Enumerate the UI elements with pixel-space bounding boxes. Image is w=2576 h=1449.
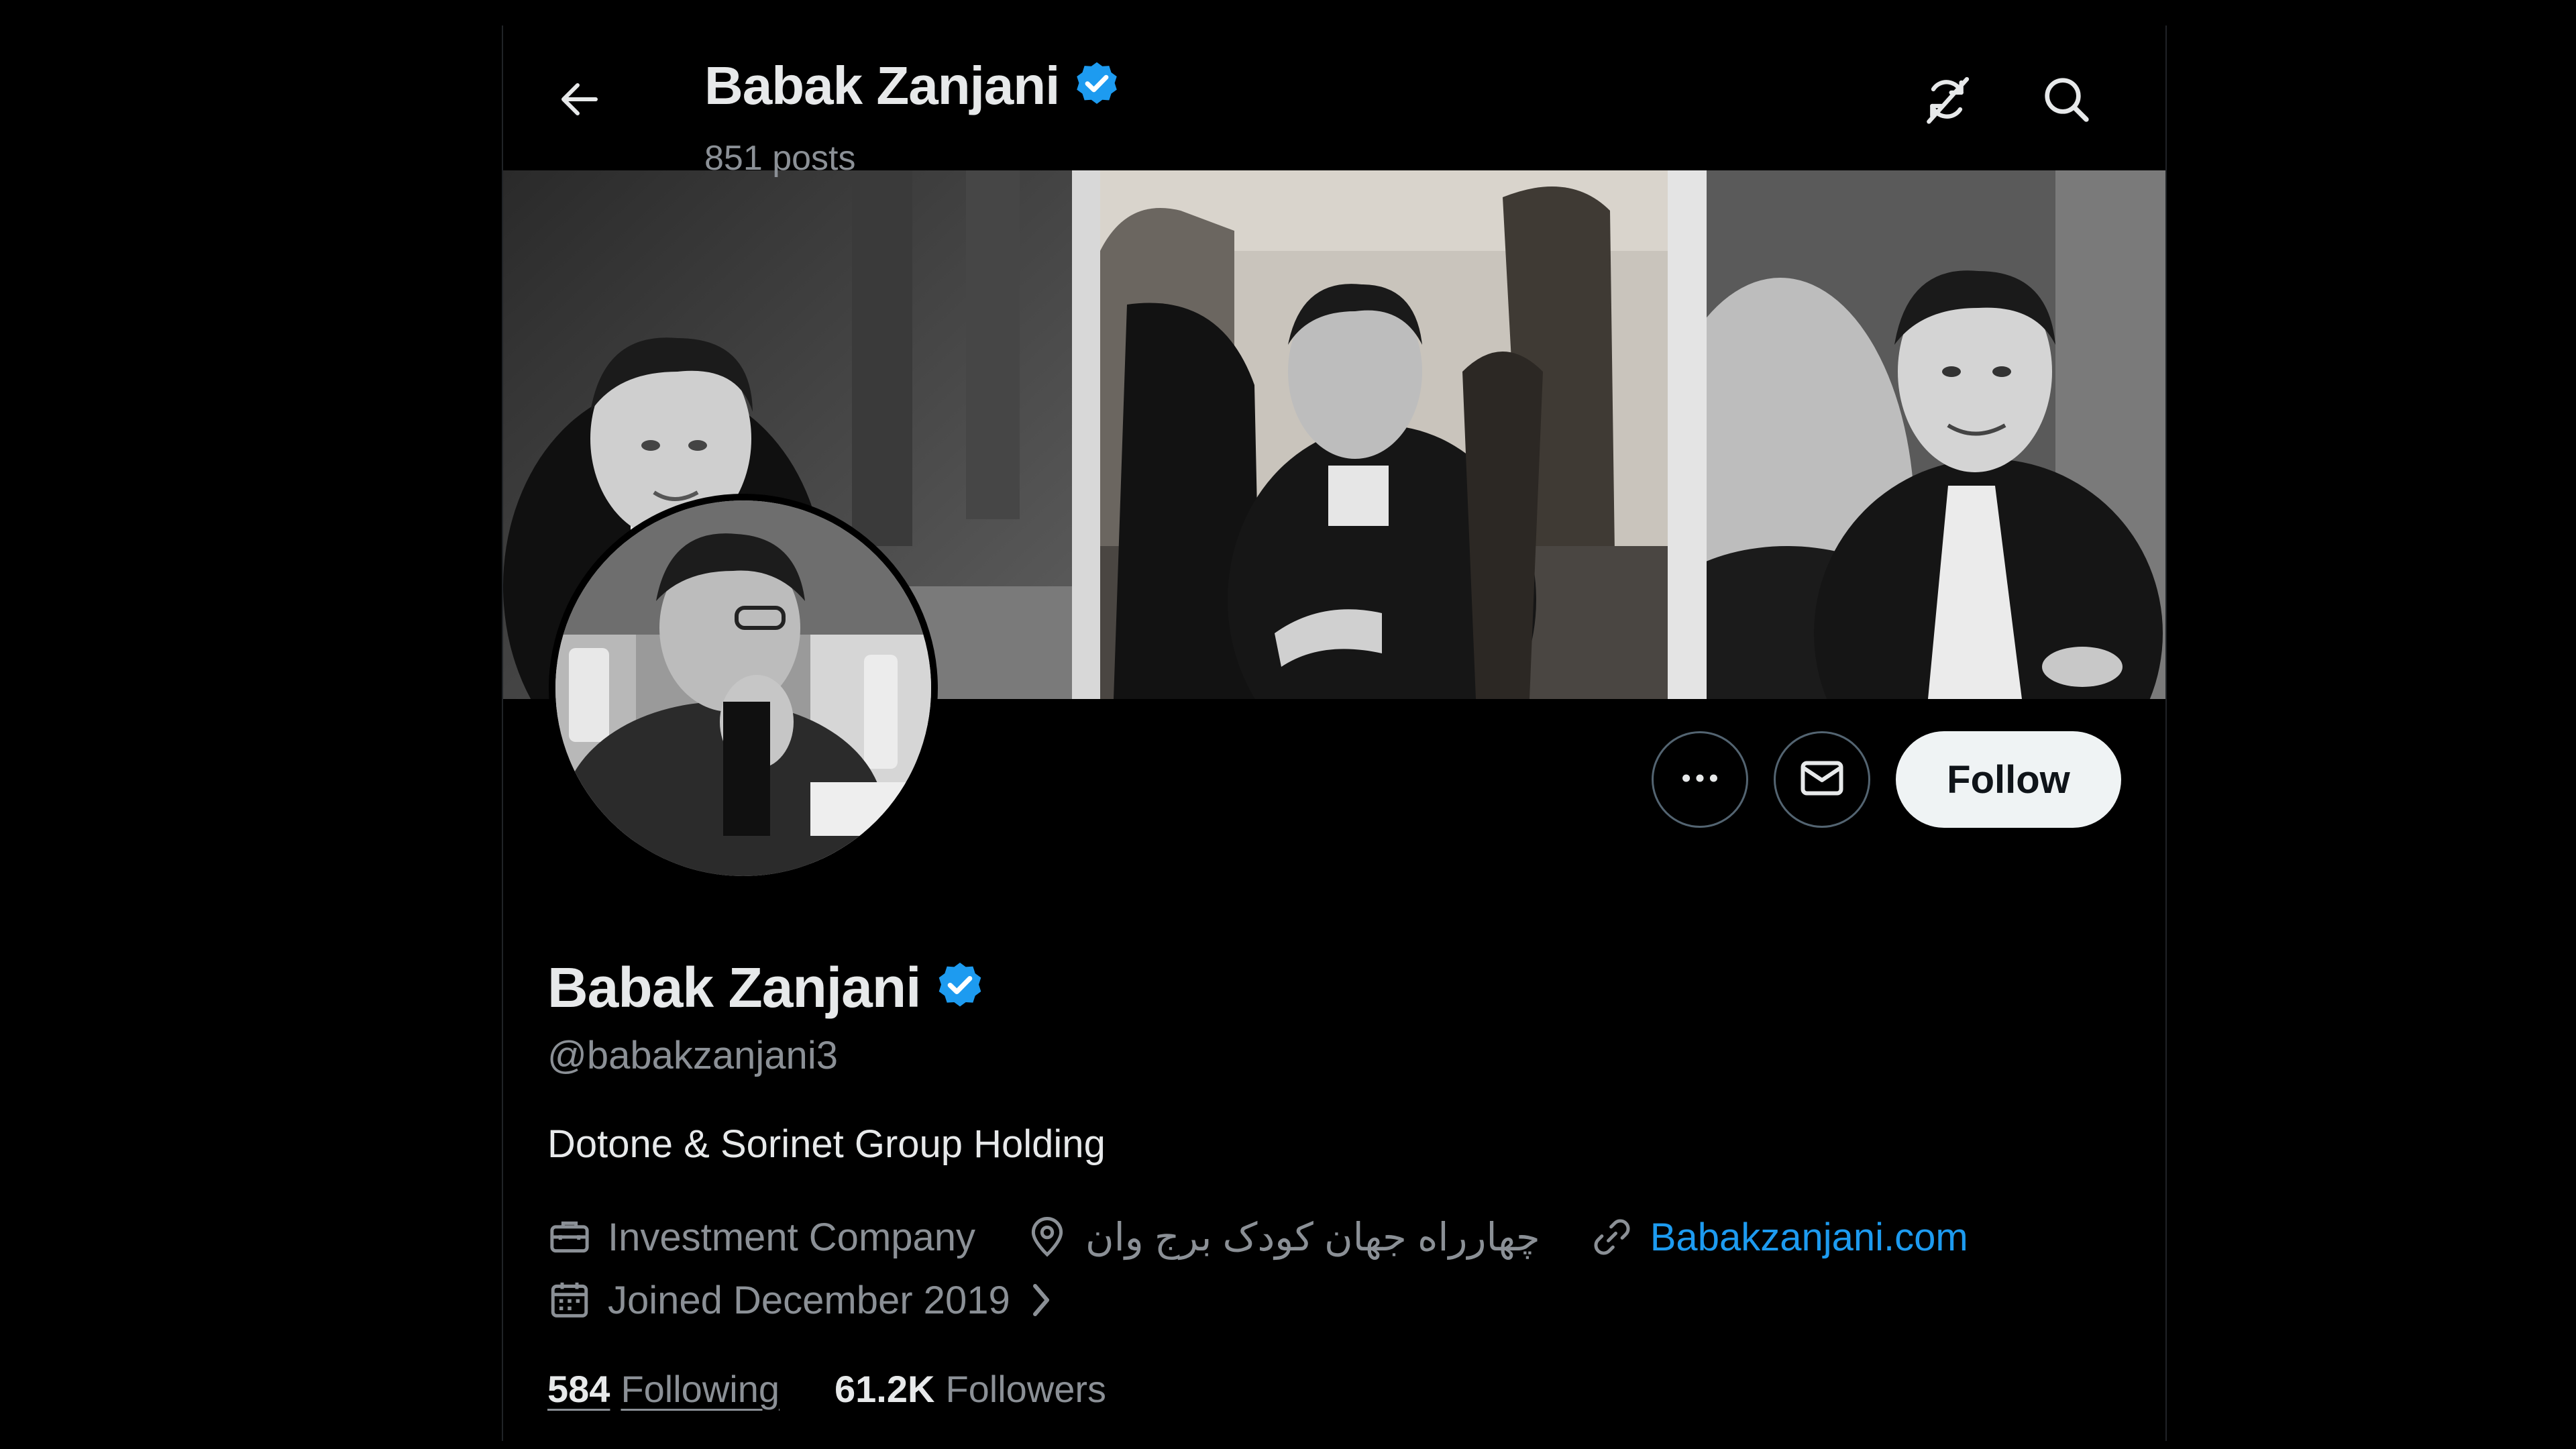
profile-category: Investment Company — [547, 1215, 975, 1260]
profile-name-row: Babak Zanjani — [547, 955, 987, 1020]
profile-website[interactable]: Babakzanjani.com — [1590, 1215, 1968, 1260]
follow-button[interactable]: Follow — [1896, 731, 2121, 828]
header-post-count: 851 posts — [704, 139, 856, 178]
chevron-right-icon — [1025, 1280, 1057, 1320]
following-count: 584 — [547, 1368, 610, 1410]
avatar-photo — [555, 500, 931, 876]
envelope-icon — [1798, 754, 1846, 806]
profile-meta-row: Investment Company چهارراه جهان کودک برج… — [547, 1210, 1968, 1264]
rss-button[interactable] — [1913, 67, 1980, 134]
following-label: Following — [621, 1368, 780, 1410]
profile-location: چهارراه جهان کودک برج وان — [1025, 1214, 1540, 1260]
profile-joined-row[interactable]: Joined December 2019 — [547, 1273, 1057, 1327]
followers-link[interactable]: 61.2K Followers — [835, 1367, 1106, 1411]
profile-bio: Dotone & Sorinet Group Holding — [547, 1122, 1106, 1166]
location-pin-icon — [1025, 1215, 1069, 1259]
followers-count: 61.2K — [835, 1368, 935, 1410]
category-label: Investment Company — [608, 1215, 976, 1259]
profile-stats: 584 Following 61.2K Followers — [547, 1367, 1106, 1411]
verified-badge-icon[interactable] — [933, 959, 987, 1016]
profile-column: Babak Zanjani 851 posts Follow Babak Zan… — [502, 25, 2167, 1441]
back-button[interactable] — [546, 67, 613, 134]
search-button[interactable] — [2033, 67, 2100, 134]
location-label: چهارراه جهان کودک برج وان — [1085, 1216, 1540, 1259]
banner-photo-2 — [1100, 170, 1668, 699]
more-options-button[interactable] — [1652, 731, 1748, 828]
briefcase-icon — [547, 1215, 592, 1259]
banner-divider — [1072, 170, 1100, 699]
banner-photo-3 — [1707, 170, 2165, 699]
joined-date: Joined December 2019 — [608, 1278, 1010, 1322]
profile-header: Babak Zanjani 851 posts — [503, 25, 2165, 178]
banner-divider — [1668, 170, 1707, 699]
verified-badge-icon — [1071, 59, 1122, 113]
rss-off-icon — [1920, 72, 1974, 129]
followers-label: Followers — [945, 1368, 1107, 1410]
profile-handle: @babakzanjani3 — [547, 1034, 838, 1077]
calendar-icon — [547, 1278, 592, 1322]
link-icon — [1590, 1215, 1634, 1259]
avatar[interactable] — [549, 494, 938, 883]
message-button[interactable] — [1774, 731, 1870, 828]
profile-name: Babak Zanjani — [547, 956, 922, 1019]
arrow-left-icon — [555, 75, 604, 127]
following-link[interactable]: 584 Following — [547, 1367, 780, 1411]
header-name: Babak Zanjani — [704, 56, 1060, 115]
search-icon — [2039, 72, 2093, 129]
website-link[interactable]: Babakzanjani.com — [1650, 1215, 1968, 1260]
more-dots-icon — [1676, 755, 1723, 805]
header-name-row: Babak Zanjani — [704, 55, 1122, 117]
screen: Babak Zanjani 851 posts Follow Babak Zan… — [0, 0, 2576, 1449]
